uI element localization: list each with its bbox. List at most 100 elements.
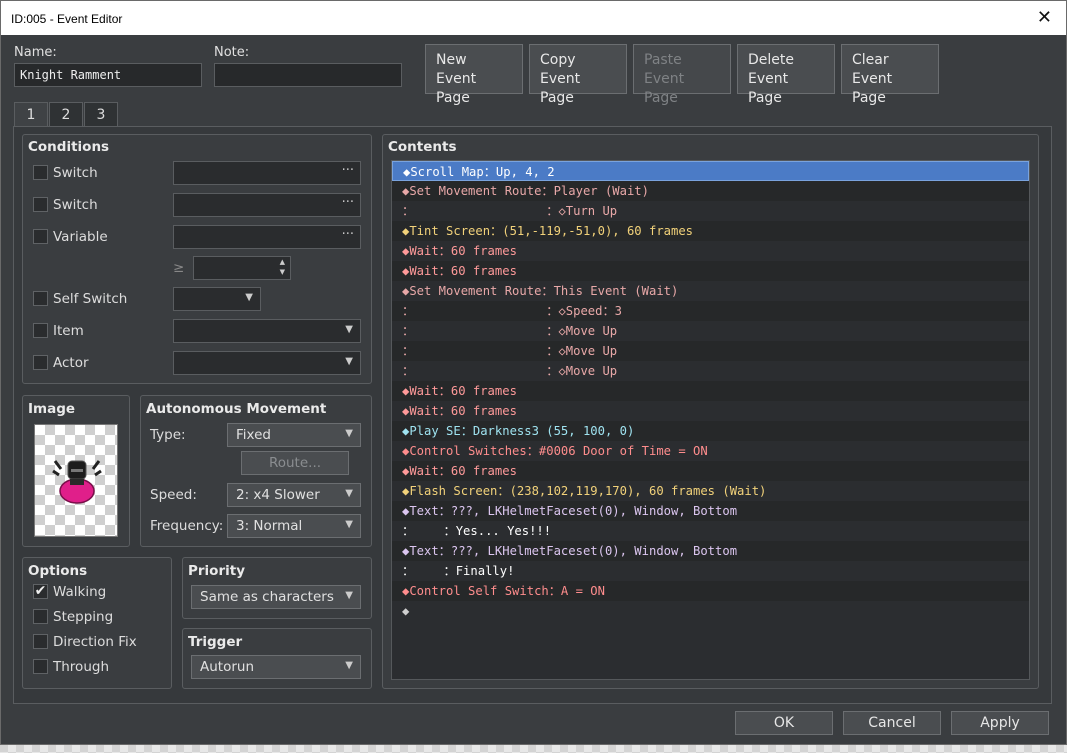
ellipsis-icon: ··· xyxy=(341,227,354,242)
walking-checkbox[interactable]: ✔ xyxy=(33,584,48,599)
movement-type-select[interactable]: Fixed ▼ xyxy=(227,423,361,447)
image-title: Image xyxy=(28,401,76,417)
command-row[interactable]: ◆Text：???, LKHelmetFaceset(0), Window, B… xyxy=(392,501,1029,521)
close-icon[interactable]: ✕ xyxy=(1037,7,1052,28)
conditions-title: Conditions xyxy=(28,139,110,155)
chevron-down-icon: ▼ xyxy=(345,428,353,439)
frequency-label: Frequency: xyxy=(150,518,224,534)
priority-select[interactable]: Same as characters ▼ xyxy=(191,585,361,609)
cancel-button[interactable]: Cancel xyxy=(843,711,941,735)
item-checkbox[interactable] xyxy=(33,323,48,338)
switch2-checkbox[interactable] xyxy=(33,197,48,212)
delete-event-page-button[interactable]: Delete Event Page xyxy=(737,44,835,106)
through-label: Through xyxy=(53,659,109,675)
direction-fix-checkbox[interactable] xyxy=(33,634,48,649)
command-row[interactable]: ◆ xyxy=(392,601,1029,621)
clear-event-page-label-2: Event Page xyxy=(852,71,893,106)
command-row[interactable]: ： ：◇Move Up xyxy=(392,341,1029,361)
trigger-value: Autorun xyxy=(200,659,255,675)
variable-value-stepper[interactable]: ▲ ▼ xyxy=(193,256,291,280)
command-row[interactable]: ◆Control Self Switch：A = ON xyxy=(392,581,1029,601)
self-switch-checkbox[interactable] xyxy=(33,291,48,306)
item-label: Item xyxy=(53,323,84,339)
chevron-down-icon: ▼ xyxy=(345,660,353,671)
copy-event-page-label-2: Event Page xyxy=(540,71,581,106)
note-field[interactable] xyxy=(214,63,402,87)
switch1-select[interactable]: ··· xyxy=(173,161,361,185)
command-row[interactable]: ◆Control Switches：#0006 Door of Time = O… xyxy=(392,441,1029,461)
stepping-checkbox[interactable] xyxy=(33,609,48,624)
frequency-select[interactable]: 3: Normal ▼ xyxy=(227,514,361,538)
character-image-preview[interactable] xyxy=(34,424,118,537)
copy-event-page-button[interactable]: Copy Event Page xyxy=(529,44,627,106)
name-label: Name: xyxy=(14,45,57,60)
command-row[interactable]: ： ：◇Move Up xyxy=(392,321,1029,341)
direction-fix-label: Direction Fix xyxy=(53,634,137,650)
new-event-page-label-2: Event Page xyxy=(436,71,477,106)
speed-label: Speed: xyxy=(150,487,197,503)
variable-select[interactable]: ··· xyxy=(173,225,361,249)
priority-value: Same as characters xyxy=(200,589,334,605)
name-field[interactable]: Knight Ramment xyxy=(14,63,202,87)
command-row[interactable]: ： ：◇Turn Up xyxy=(392,201,1029,221)
switch1-label: Switch xyxy=(53,165,98,181)
switch2-select[interactable]: ··· xyxy=(173,193,361,217)
command-row[interactable]: ◆Set Movement Route：This Event (Wait) xyxy=(392,281,1029,301)
chevron-down-icon: ▼ xyxy=(245,292,253,303)
command-row[interactable]: ◆Wait：60 frames xyxy=(392,461,1029,481)
speed-select[interactable]: 2: x4 Slower ▼ xyxy=(227,483,361,507)
command-row[interactable]: ◆Wait：60 frames xyxy=(392,261,1029,281)
command-row[interactable]: ： ：Yes... Yes!!! xyxy=(392,521,1029,541)
command-row[interactable]: ◆Wait：60 frames xyxy=(392,401,1029,421)
walking-label: Walking xyxy=(53,584,107,600)
command-row[interactable]: ◆Flash Screen：(238,102,119,170), 60 fram… xyxy=(392,481,1029,501)
type-label: Type: xyxy=(150,427,186,443)
paste-event-page-label-1: Paste xyxy=(644,52,682,68)
paste-event-page-button[interactable]: Paste Event Page xyxy=(633,44,731,106)
event-editor-window: ID:005 - Event Editor ✕ Name: Knight Ram… xyxy=(0,0,1067,745)
options-title: Options xyxy=(28,563,88,579)
switch1-checkbox[interactable] xyxy=(33,165,48,180)
variable-checkbox[interactable] xyxy=(33,229,48,244)
clear-event-page-label-1: Clear xyxy=(852,52,889,68)
chevron-down-icon: ▼ xyxy=(345,519,353,530)
stepper-down-icon[interactable]: ▼ xyxy=(280,268,285,276)
event-command-list[interactable]: ◆Scroll Map：Up, 4, 2 ◆Set Movement Route：… xyxy=(391,160,1030,680)
new-event-page-label-1: New xyxy=(436,52,467,68)
apply-button[interactable]: Apply xyxy=(951,711,1049,735)
greater-equal-symbol: ≥ xyxy=(173,260,185,276)
command-row[interactable]: ◆Set Movement Route：Player (Wait) xyxy=(392,181,1029,201)
chevron-down-icon: ▼ xyxy=(345,488,353,499)
route-button[interactable]: Route... xyxy=(241,451,349,475)
clear-event-page-button[interactable]: Clear Event Page xyxy=(841,44,939,106)
new-event-page-button[interactable]: New Event Page xyxy=(425,44,523,106)
command-row[interactable]: ◆Wait：60 frames xyxy=(392,381,1029,401)
through-checkbox[interactable] xyxy=(33,659,48,674)
actor-select[interactable]: ▼ xyxy=(173,351,361,375)
delete-event-page-label-2: Event Page xyxy=(748,71,789,106)
movement-type-value: Fixed xyxy=(236,427,271,443)
note-label: Note: xyxy=(214,45,250,60)
delete-event-page-label-1: Delete xyxy=(748,52,794,68)
ellipsis-icon: ··· xyxy=(341,195,354,210)
trigger-title: Trigger xyxy=(188,634,243,650)
priority-title: Priority xyxy=(188,563,245,579)
trigger-select[interactable]: Autorun ▼ xyxy=(191,655,361,679)
ok-button[interactable]: OK xyxy=(735,711,833,735)
command-row[interactable]: ◆Wait：60 frames xyxy=(392,241,1029,261)
command-row[interactable]: ： ：Finally! xyxy=(392,561,1029,581)
self-switch-label: Self Switch xyxy=(53,291,128,307)
command-row[interactable]: ◆Tint Screen：(51,-119,-51,0), 60 frames xyxy=(392,221,1029,241)
self-switch-select[interactable]: ▼ xyxy=(173,287,261,311)
command-row[interactable]: ◆Play SE：Darkness3 (55, 100, 0) xyxy=(392,421,1029,441)
item-select[interactable]: ▼ xyxy=(173,319,361,343)
command-row[interactable]: ： ：◇Speed：3 xyxy=(392,301,1029,321)
tab-page-1[interactable]: 1 xyxy=(14,102,48,128)
tab-page-3[interactable]: 3 xyxy=(84,102,118,127)
command-row[interactable]: ◆Text：???, LKHelmetFaceset(0), Window, B… xyxy=(392,541,1029,561)
tab-page-2[interactable]: 2 xyxy=(49,102,83,127)
command-row[interactable]: ： ：◇Move Up xyxy=(392,361,1029,381)
actor-checkbox[interactable] xyxy=(33,355,48,370)
stepper-up-icon[interactable]: ▲ xyxy=(280,258,285,266)
command-row[interactable]: ◆Scroll Map：Up, 4, 2 xyxy=(392,161,1029,181)
